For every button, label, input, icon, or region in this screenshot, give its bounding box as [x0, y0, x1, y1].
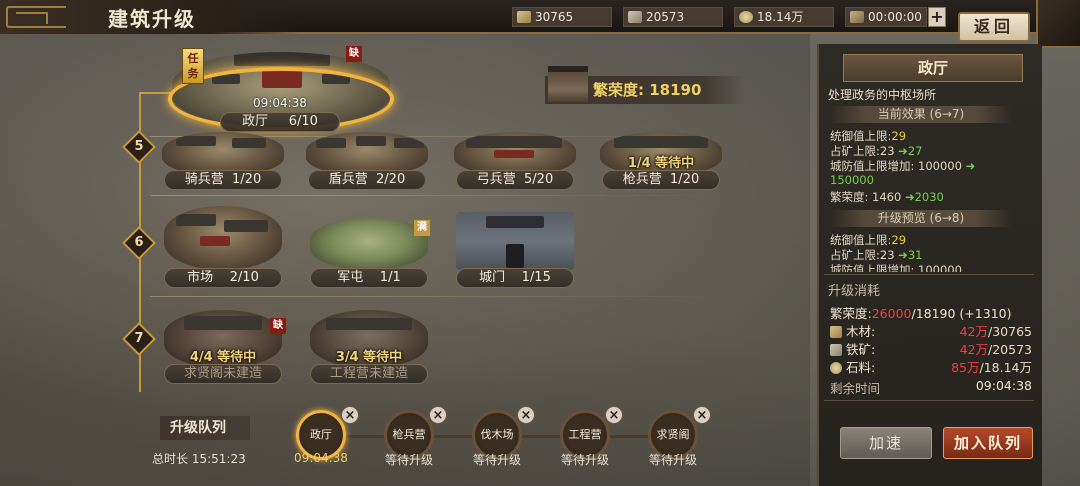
- time-resource: 00:00:00: [845, 7, 927, 27]
- archer-camp-label: 弓兵营 5/20: [456, 170, 574, 190]
- building-market[interactable]: 市场 2/10: [160, 206, 286, 290]
- effect-defense-limit: 城防值上限增加: 100000 ➜: [830, 159, 976, 173]
- talent-hall-status: 4/4 等待中: [189, 350, 257, 365]
- effect-command-limit: 统御值上限:29: [830, 129, 907, 143]
- cost-wood-label: 木材:: [830, 321, 875, 340]
- cost-iron-value: 42万/20573: [959, 342, 1032, 357]
- iron-resource: 20573: [623, 7, 723, 27]
- cost-title: 升级消耗: [828, 284, 881, 299]
- wood-icon: [517, 11, 531, 23]
- queue-item-status: 等待升级: [472, 453, 521, 467]
- stone-icon: [830, 362, 842, 374]
- add-resource-button[interactable]: +: [928, 7, 946, 27]
- government-hall-plate-wrap: 政厅 6/10: [220, 112, 340, 132]
- building-spear-camp[interactable]: 1/4 等待中 枪兵营 1/20: [596, 132, 726, 192]
- wood-icon: [830, 326, 842, 338]
- building-city-gate[interactable]: 城门 1/15: [452, 206, 578, 290]
- cost-iron-label: 铁矿:: [830, 339, 875, 358]
- city-gate-image: [456, 212, 574, 270]
- engineering-camp-status: 3/4 等待中: [335, 350, 403, 365]
- current-effect-header: 当前效果 (6→7): [830, 106, 1012, 123]
- panel-description: 处理政务的中枢场所: [828, 88, 937, 102]
- close-icon[interactable]: ×: [605, 406, 623, 424]
- queue-item-status: 等待升级: [384, 453, 433, 467]
- building-talent-hall[interactable]: 缺 4/4 等待中 求贤阁未建造: [160, 310, 286, 386]
- close-icon[interactable]: ×: [517, 406, 535, 424]
- panel-title: 政厅: [843, 54, 1023, 82]
- cost-prosperity: 繁荣度:26000/18190 (+1310): [830, 306, 1012, 321]
- wood-amount: 30765: [535, 10, 574, 24]
- building-shield-camp[interactable]: 盾兵营 2/20: [302, 132, 432, 192]
- city-gate-label: 城门 1/15: [456, 268, 574, 288]
- talent-hall-label: 求贤阁未建造: [164, 364, 282, 384]
- remaining-time-value: 09:04:38: [975, 378, 1032, 393]
- arrow-right-icon: ➜: [898, 144, 908, 158]
- effect-defense-limit-new: 150000: [830, 173, 874, 187]
- missing-badge: 缺: [346, 46, 362, 62]
- close-icon[interactable]: ×: [341, 406, 359, 424]
- speedup-button[interactable]: 加速: [840, 427, 932, 459]
- missing-badge: 缺: [270, 318, 286, 334]
- row-divider: [150, 296, 730, 297]
- corner-ornament: [1036, 0, 1080, 48]
- max-level-badge: 满: [414, 220, 430, 236]
- government-hall-label: 政厅 6/10: [220, 112, 340, 132]
- stone-icon: [739, 11, 753, 23]
- building-cavalry-camp[interactable]: 骑兵营 1/20: [158, 132, 288, 192]
- engineering-camp-label: 工程营未建造: [310, 364, 428, 384]
- preview-command-limit: 统御值上限:29: [830, 233, 907, 247]
- farm-image: [310, 218, 428, 270]
- stone-resource: 18.14万: [734, 7, 834, 27]
- arrow-right-icon: ➜: [904, 190, 915, 204]
- preview-defense-limit: 城防值上限增加: 100000: [830, 263, 962, 272]
- spear-camp-label: 枪兵营 1/20: [602, 170, 720, 190]
- effect-prosperity: 繁荣度: 1460 ➜2030: [830, 190, 944, 204]
- market-label: 市场 2/10: [164, 268, 282, 288]
- panel-divider: [824, 400, 1034, 401]
- back-button[interactable]: 返回: [958, 12, 1030, 42]
- farm-label: 军屯 1/1: [310, 268, 428, 288]
- iron-icon: [628, 11, 642, 23]
- preview-scroll-area[interactable]: 统御值上限:29 占矿上限:23 ➜31 城防值上限增加: 100000: [826, 232, 1016, 272]
- remaining-time-label: 剩余时间: [830, 381, 881, 396]
- cost-stone-label: 石料:: [830, 357, 875, 376]
- preview-header: 升级预览 (6→8): [830, 210, 1012, 227]
- gate-icon: [548, 66, 588, 102]
- building-farm[interactable]: 满 军屯 1/1: [306, 206, 432, 290]
- preview-mine-limit: 占矿上限:23 ➜31: [830, 248, 923, 262]
- panel-divider: [824, 274, 1034, 275]
- cost-wood-value: 42万/30765: [959, 324, 1032, 339]
- cost-stone-value: 85万/18.14万: [951, 360, 1032, 375]
- task-badge: 任务: [182, 48, 204, 84]
- row-divider: [150, 195, 730, 196]
- queue-total-time: 总时长 15:51:23: [152, 452, 246, 466]
- arrow-right-icon: ➜: [898, 248, 908, 262]
- time-icon: [850, 11, 864, 23]
- queue-label: 升级队列: [160, 416, 250, 440]
- iron-amount: 20573: [646, 10, 685, 24]
- building-engineering-camp[interactable]: 3/4 等待中 工程营未建造: [306, 310, 432, 386]
- building-archer-camp[interactable]: 弓兵营 5/20: [450, 132, 580, 192]
- iron-icon: [830, 344, 842, 356]
- top-bar: 建筑升级 30765 20573 18.14万 00:00:00 +: [0, 0, 1080, 34]
- stone-amount: 18.14万: [757, 10, 804, 24]
- effect-mine-limit: 占矿上限:23 ➜27: [830, 144, 923, 158]
- wood-resource: 30765: [512, 7, 612, 27]
- government-hall-timer: 09:04:38: [253, 96, 307, 110]
- time-amount: 00:00:00: [868, 10, 922, 24]
- close-icon[interactable]: ×: [429, 406, 447, 424]
- market-image: [164, 206, 282, 270]
- close-icon[interactable]: ×: [693, 406, 711, 424]
- title-ornament-icon: [6, 6, 66, 28]
- queue-item-status: 等待升级: [648, 453, 697, 467]
- shield-camp-label: 盾兵营 2/20: [308, 170, 426, 190]
- page-title: 建筑升级: [108, 7, 196, 31]
- add-to-queue-button[interactable]: 加入队列: [943, 427, 1033, 459]
- spear-camp-status: 1/4 等待中: [627, 156, 695, 171]
- arrow-right-icon: ➜: [965, 159, 976, 173]
- cavalry-camp-label: 骑兵营 1/20: [164, 170, 282, 190]
- queue-item-status: 等待升级: [560, 453, 609, 467]
- queue-item-timer: 09:04:38: [294, 451, 348, 465]
